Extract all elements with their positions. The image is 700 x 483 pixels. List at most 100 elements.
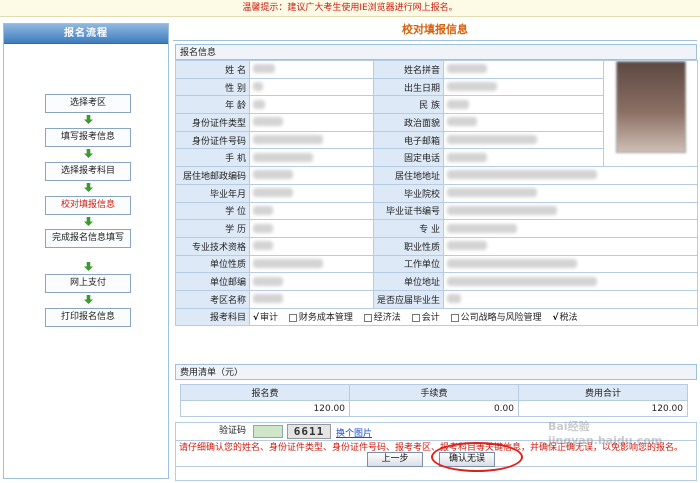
label-cert-no: 毕业证书编号 xyxy=(373,201,444,221)
refresh-captcha-link[interactable]: 换个图片 xyxy=(336,426,372,439)
label-id-type: 身份证件类型 xyxy=(175,113,250,132)
step-complete-info[interactable]: 完成报名信息填写 xyxy=(45,229,131,248)
value-job-title xyxy=(443,236,698,256)
captcha-image: 6611 xyxy=(287,424,331,439)
step-online-payment[interactable]: 网上支付 xyxy=(45,274,131,293)
step-verify-info[interactable]: 校对填报信息 xyxy=(45,196,131,215)
value-email xyxy=(443,130,604,150)
fee-table: 报名费 手续费 费用合计 120.00 0.00 120.00 xyxy=(180,384,688,417)
value-unit-zip xyxy=(249,272,374,291)
label-gender: 性 别 xyxy=(175,77,250,97)
value-mobile xyxy=(249,148,374,168)
label-title-level: 专业技术资格 xyxy=(175,236,250,256)
value-school xyxy=(443,183,698,203)
captcha-input[interactable] xyxy=(253,425,283,438)
label-address: 居住地地址 xyxy=(373,166,444,185)
checkbox-icon xyxy=(363,313,372,322)
arrow-down-icon xyxy=(84,115,93,124)
value-id-number xyxy=(249,130,374,150)
label-name-pinyin: 姓名拼音 xyxy=(373,60,444,79)
subject-item: √审计 xyxy=(253,313,279,324)
info-table: 姓 名 姓名拼音 性 别 出生日期 年 龄 民 族 身份证件类型 政治面貌 身份… xyxy=(175,59,698,327)
value-phone xyxy=(443,148,604,168)
sidebar-title: 报名流程 xyxy=(4,24,168,44)
subject-item: 财务成本管理 xyxy=(288,313,357,323)
arrow-down-icon xyxy=(84,149,93,158)
value-postcode xyxy=(249,166,374,185)
highlight-circle xyxy=(431,442,523,472)
label-political: 政治面貌 xyxy=(373,113,444,132)
subject-item: 公司战略与风险管理 xyxy=(450,313,546,323)
value-unit-address xyxy=(443,272,698,291)
label-age: 年 龄 xyxy=(175,95,250,115)
step-print-info[interactable]: 打印报名信息 xyxy=(45,308,131,327)
subject-item: √税法 xyxy=(552,313,578,324)
step-fill-info[interactable]: 填写报考信息 xyxy=(45,128,131,147)
label-mobile: 手 机 xyxy=(175,148,250,168)
value-education xyxy=(249,219,374,238)
label-fresh-grad: 是否应届毕业生 xyxy=(373,289,444,309)
value-fresh-grad xyxy=(443,289,698,309)
fee-value-registration: 120.00 xyxy=(180,400,350,417)
notice-bar: 温馨提示：建议广大考生使用IE浏览器进行网上报名。 xyxy=(0,0,700,17)
arrow-down-icon xyxy=(84,217,93,226)
label-school: 毕业院校 xyxy=(373,183,444,203)
value-workplace xyxy=(443,254,698,274)
value-address xyxy=(443,166,698,185)
watermark: Bai经验 jingyan.baidu.com xyxy=(548,420,663,447)
fee-header-total: 费用合计 xyxy=(518,384,688,401)
value-id-type xyxy=(249,113,374,132)
arrow-down-icon xyxy=(84,262,93,271)
arrow-down-icon xyxy=(84,295,93,304)
photo-cell xyxy=(603,59,698,168)
label-education: 学 历 xyxy=(175,219,250,238)
label-degree: 学 位 xyxy=(175,201,250,221)
value-degree xyxy=(249,201,374,221)
captcha-label: 验证码 xyxy=(218,426,246,436)
value-gender xyxy=(249,77,374,97)
value-grad-date xyxy=(249,183,374,203)
label-postcode: 居住地邮政编码 xyxy=(175,166,250,185)
label-subjects: 报考科目 xyxy=(175,307,250,327)
value-cert-no xyxy=(443,201,698,221)
value-unit-type xyxy=(249,254,374,274)
subject-item: 经济法 xyxy=(363,313,405,323)
label-major: 专 业 xyxy=(373,219,444,238)
fee-value-service: 0.00 xyxy=(349,400,519,417)
value-political xyxy=(443,113,604,132)
section-header-info: 报名信息 xyxy=(175,44,697,60)
label-ethnicity: 民 族 xyxy=(373,95,444,115)
label-unit-address: 单位地址 xyxy=(373,272,444,291)
checkbox-icon xyxy=(411,313,420,322)
arrow-down-icon xyxy=(84,183,93,192)
label-email: 电子邮箱 xyxy=(373,130,444,150)
label-birth-date: 出生日期 xyxy=(373,77,444,97)
subjects-list: √审计 财务成本管理 经济法 会计 公司战略与风险管理 √税法 xyxy=(249,307,698,327)
page-root: 温馨提示：建议广大考生使用IE浏览器进行网上报名。 报名流程 选择考区 填写报考… xyxy=(0,0,700,483)
value-age xyxy=(249,95,374,115)
checkbox-icon xyxy=(450,313,459,322)
value-name xyxy=(249,60,374,79)
value-major xyxy=(443,219,698,238)
main-panel: 校对填报信息 报名信息 姓 名 姓名拼音 性 别 出生日期 年 龄 民 族 身份… xyxy=(173,19,698,481)
label-phone: 固定电话 xyxy=(373,148,444,168)
step-select-subjects[interactable]: 选择报考科目 xyxy=(45,162,131,181)
step-select-area[interactable]: 选择考区 xyxy=(45,94,131,113)
button-row xyxy=(175,467,697,481)
checkbox-icon xyxy=(288,313,297,322)
value-name-pinyin xyxy=(443,60,604,79)
page-title: 校对填报信息 xyxy=(173,19,697,41)
label-grad-date: 毕业年月 xyxy=(175,183,250,203)
value-birth-date xyxy=(443,77,604,97)
value-exam-area xyxy=(249,289,374,309)
prev-step-button[interactable]: 上一步 xyxy=(367,452,423,467)
fee-header-registration: 报名费 xyxy=(180,384,350,401)
value-ethnicity xyxy=(443,95,604,115)
label-job-title: 职业性质 xyxy=(373,236,444,256)
label-name: 姓 名 xyxy=(175,60,250,79)
label-id-number: 身份证件号码 xyxy=(175,130,250,150)
label-exam-area: 考区名称 xyxy=(175,289,250,309)
label-unit-zip: 单位邮编 xyxy=(175,272,250,291)
label-workplace: 工作单位 xyxy=(373,254,444,274)
label-unit-type: 单位性质 xyxy=(175,254,250,274)
